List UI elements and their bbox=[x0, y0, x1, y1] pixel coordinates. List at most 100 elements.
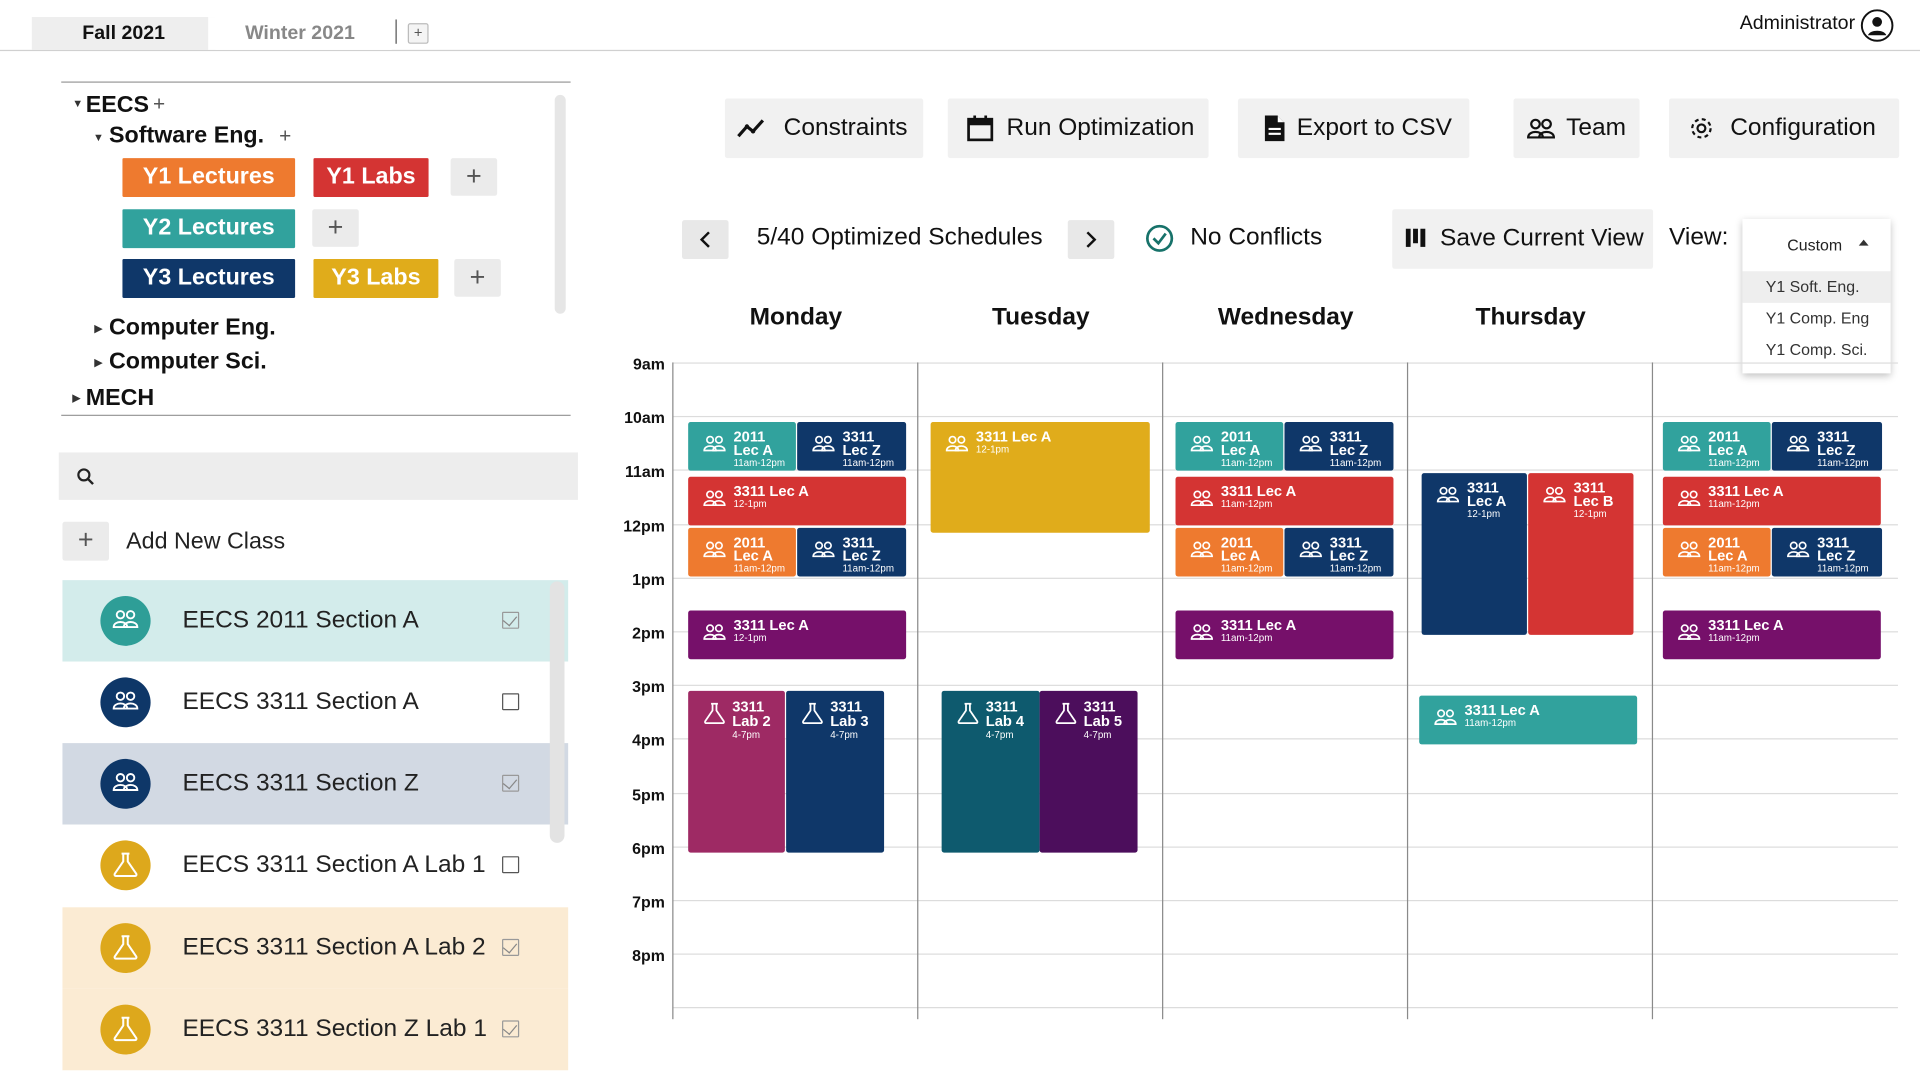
view-option[interactable]: Y1 Soft. Eng. bbox=[1742, 271, 1891, 303]
next-schedule-button[interactable] bbox=[1067, 220, 1115, 260]
class-checkbox[interactable] bbox=[502, 611, 520, 629]
caret-right-icon[interactable]: ▶ bbox=[94, 356, 102, 369]
lecture-event[interactable]: 3311 Lec Z 11am-12pm bbox=[1771, 527, 1883, 577]
group-y3-lectures[interactable]: Y3 Lectures bbox=[122, 259, 296, 298]
class-checkbox[interactable] bbox=[502, 856, 520, 874]
class-checkbox[interactable] bbox=[502, 1020, 520, 1038]
event-time: 11am-12pm bbox=[1220, 563, 1273, 575]
lecture-event[interactable]: 3311 Lec A 11am-12pm bbox=[1662, 476, 1881, 526]
event-course: 3311 Lec A bbox=[1464, 701, 1540, 719]
lecture-event[interactable]: 3311 Lec A 11am-12pm bbox=[1662, 610, 1881, 660]
team-button[interactable]: Team bbox=[1513, 98, 1640, 159]
lab-event[interactable]: 3311 Lab 3 4-7pm bbox=[786, 690, 885, 853]
view-dropdown[interactable]: Custom Y1 Soft. Eng. Y1 Comp. Eng Y1 Com… bbox=[1742, 218, 1891, 374]
add-class-label[interactable]: Add New Class bbox=[126, 529, 285, 556]
event-time: 12-1pm bbox=[733, 632, 767, 644]
tree-node-computer-sci[interactable]: Computer Sci. bbox=[109, 349, 267, 376]
event-section: Lec Z bbox=[1817, 441, 1856, 459]
view-option[interactable]: Y1 Comp. Eng bbox=[1742, 303, 1890, 335]
view-option[interactable]: Y1 Comp. Sci. bbox=[1742, 334, 1890, 366]
class-row[interactable]: EECS 3311 Section Z Lab 1 bbox=[62, 988, 569, 1071]
lecture-event[interactable]: 3311 Lec A 12-1pm bbox=[688, 476, 907, 526]
class-row[interactable]: EECS 2011 Section A bbox=[62, 580, 569, 662]
search-input[interactable] bbox=[58, 452, 578, 500]
time-label: 11am bbox=[625, 462, 665, 481]
lecture-event[interactable]: 2011 Lec A 11am-12pm bbox=[1662, 527, 1771, 577]
lecture-event[interactable]: 3311 Lec A 12-1pm bbox=[1421, 473, 1527, 635]
people-icon bbox=[1543, 486, 1566, 503]
lecture-event[interactable]: 3311 Lec Z 11am-12pm bbox=[1771, 422, 1883, 471]
lecture-event[interactable]: 3311 Lec Z 11am-12pm bbox=[1284, 527, 1394, 577]
tab-fall-2021[interactable]: Fall 2021 bbox=[31, 17, 216, 50]
class-row[interactable]: EECS 3311 Section A bbox=[62, 661, 569, 744]
lab-event[interactable]: 3311 Lab 5 4-7pm bbox=[1039, 690, 1138, 853]
people-icon bbox=[1678, 624, 1701, 640]
constraints-button[interactable]: Constraints bbox=[724, 98, 924, 159]
class-row[interactable]: EECS 3311 Section A Lab 1 bbox=[62, 824, 569, 907]
lecture-event[interactable]: 3311 Lec A 11am-12pm bbox=[1175, 476, 1394, 526]
lecture-event[interactable]: 2011 Lec A 11am-12pm bbox=[1175, 422, 1284, 471]
event-time: 11am-12pm bbox=[733, 457, 786, 469]
caret-right-icon[interactable]: ▶ bbox=[72, 392, 80, 405]
lecture-event[interactable]: 2011 Lec A 11am-12pm bbox=[1175, 527, 1284, 577]
class-row[interactable]: EECS 3311 Section A Lab 2 bbox=[62, 907, 569, 989]
tree-node-software-eng[interactable]: Software Eng. bbox=[109, 123, 264, 150]
add-group-button[interactable]: + bbox=[279, 124, 291, 148]
prev-schedule-button[interactable] bbox=[682, 220, 729, 260]
user-circle-icon[interactable] bbox=[1860, 9, 1894, 43]
lecture-event[interactable]: 2011 Lec A 11am-12pm bbox=[688, 422, 796, 471]
class-avatar bbox=[100, 1004, 151, 1055]
lecture-event[interactable]: 3311 Lec B 12-1pm bbox=[1528, 473, 1634, 635]
lecture-event[interactable]: 3311 Lec A 11am-12pm bbox=[1419, 695, 1638, 745]
lecture-event[interactable]: 3311 Lec A 12-1pm bbox=[930, 422, 1150, 533]
class-checkbox[interactable] bbox=[502, 774, 520, 792]
tree-node-eecs[interactable]: EECS bbox=[86, 92, 149, 119]
add-term-button[interactable]: + bbox=[407, 23, 429, 44]
people-icon bbox=[703, 541, 726, 558]
class-checkbox[interactable] bbox=[502, 938, 520, 956]
save-view-button[interactable]: Save Current View bbox=[1392, 209, 1654, 269]
document-icon bbox=[1264, 115, 1285, 142]
export-csv-button[interactable]: Export to CSV bbox=[1237, 98, 1470, 159]
caret-down-icon[interactable]: ▼ bbox=[72, 97, 83, 109]
lab-event[interactable]: 3311 Lab 2 4-7pm bbox=[688, 690, 785, 853]
class-checkbox[interactable] bbox=[502, 693, 520, 711]
add-class-button[interactable]: + bbox=[62, 521, 109, 561]
group-y2-lectures[interactable]: Y2 Lectures bbox=[122, 209, 296, 249]
add-program-button[interactable]: + bbox=[153, 92, 165, 116]
tree-node-computer-eng[interactable]: Computer Eng. bbox=[109, 315, 276, 342]
class-avatar bbox=[100, 840, 151, 891]
people-icon bbox=[703, 435, 726, 452]
class-list-scrollbar[interactable] bbox=[549, 581, 565, 843]
tree-scrollbar[interactable] bbox=[554, 94, 566, 314]
class-row[interactable]: EECS 3311 Section Z bbox=[62, 743, 569, 825]
event-section: Lab 3 bbox=[830, 712, 869, 730]
add-y3-group-button[interactable]: + bbox=[454, 259, 501, 297]
group-y3-labs[interactable]: Y3 Labs bbox=[313, 259, 439, 298]
add-y2-group-button[interactable]: + bbox=[312, 209, 359, 247]
tree-node-mech[interactable]: MECH bbox=[86, 386, 155, 413]
class-avatar bbox=[100, 758, 151, 809]
lecture-event[interactable]: 2011 Lec A 11am-12pm bbox=[1662, 422, 1771, 471]
add-y1-group-button[interactable]: + bbox=[450, 158, 498, 196]
lab-event[interactable]: 3311 Lab 4 4-7pm bbox=[941, 690, 1040, 853]
event-time: 12-1pm bbox=[1573, 508, 1607, 520]
caret-down-icon[interactable]: ▼ bbox=[93, 131, 104, 143]
people-icon bbox=[1190, 624, 1213, 640]
group-y1-lectures[interactable]: Y1 Lectures bbox=[122, 158, 296, 198]
run-optimization-button[interactable]: Run Optimization bbox=[947, 98, 1209, 159]
lecture-event[interactable]: 3311 Lec Z 11am-12pm bbox=[797, 527, 907, 577]
lecture-event[interactable]: 3311 Lec Z 11am-12pm bbox=[797, 422, 907, 471]
group-y1-labs[interactable]: Y1 Labs bbox=[313, 158, 429, 198]
people-icon bbox=[703, 490, 726, 507]
caret-up-icon[interactable] bbox=[1858, 239, 1869, 246]
caret-right-icon[interactable]: ▶ bbox=[94, 322, 102, 335]
lecture-event[interactable]: 3311 Lec A 12-1pm bbox=[688, 610, 907, 660]
lecture-event[interactable]: 3311 Lec A 11am-12pm bbox=[1175, 610, 1394, 660]
lecture-event[interactable]: 3311 Lec Z 11am-12pm bbox=[1284, 422, 1394, 471]
lecture-event[interactable]: 2011 Lec A 11am-12pm bbox=[688, 527, 796, 577]
tab-winter-2021[interactable]: Winter 2021 bbox=[208, 17, 392, 50]
people-icon bbox=[112, 691, 139, 710]
configuration-button[interactable]: Configuration bbox=[1668, 98, 1900, 159]
user-name[interactable]: Administrator bbox=[1702, 13, 1855, 35]
